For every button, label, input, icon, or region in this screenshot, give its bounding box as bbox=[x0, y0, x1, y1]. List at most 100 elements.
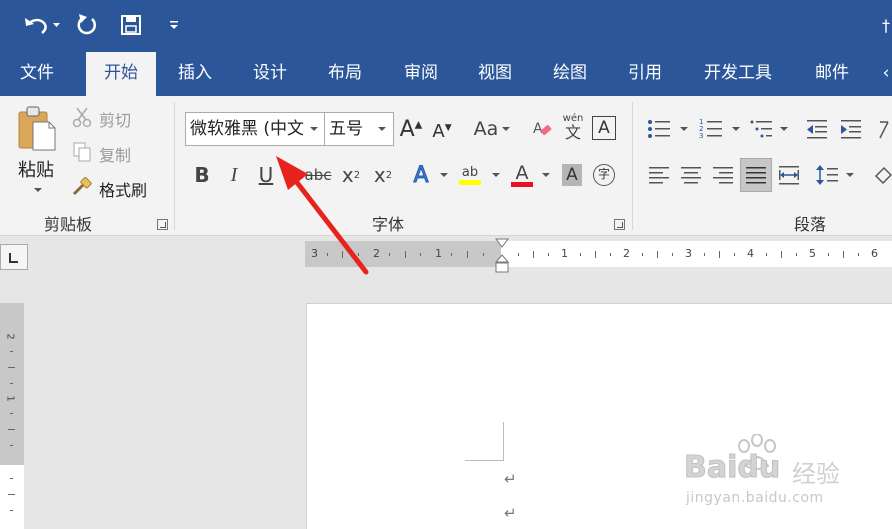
character-shading-letter: A bbox=[562, 164, 582, 186]
copy-icon bbox=[70, 141, 94, 163]
paragraph-shading-button[interactable] bbox=[872, 162, 892, 188]
paint-bucket-icon bbox=[874, 166, 892, 185]
phonetic-guide-button[interactable]: wén 文 bbox=[560, 112, 586, 144]
vertical-ruler[interactable]: 2 1 bbox=[0, 303, 24, 529]
enclose-characters-char: 字 bbox=[593, 164, 615, 186]
character-border-button[interactable]: A bbox=[592, 116, 616, 140]
ruler-tick bbox=[642, 253, 643, 256]
ruler-tick bbox=[405, 251, 406, 258]
line-spacing-dropdown-icon[interactable] bbox=[846, 173, 854, 177]
character-shading-button[interactable]: A bbox=[560, 160, 584, 190]
text-effects-dropdown-icon[interactable] bbox=[440, 173, 448, 177]
vruler-number: 2 bbox=[4, 333, 16, 340]
numbering-icon: 123 bbox=[699, 118, 722, 140]
ruler-tick bbox=[467, 251, 468, 258]
grow-font-icon: A▲ bbox=[399, 116, 423, 142]
italic-button[interactable]: I bbox=[222, 160, 246, 190]
font-color-dropdown-icon[interactable] bbox=[542, 173, 550, 177]
vruler-tick bbox=[10, 351, 13, 352]
tab-design[interactable]: 设计 bbox=[244, 50, 296, 96]
align-right-button[interactable] bbox=[710, 162, 736, 188]
font-size-dropdown-icon[interactable] bbox=[378, 127, 386, 131]
font-color-bar bbox=[511, 181, 533, 187]
tab-more[interactable]: ‹ bbox=[880, 50, 892, 96]
align-left-button[interactable] bbox=[646, 162, 672, 188]
horizontal-ruler[interactable]: 3 2 1 1 2 3 4 5 6 bbox=[305, 241, 892, 267]
ruler-tick bbox=[828, 253, 829, 256]
ruler-tick bbox=[766, 253, 767, 256]
justify-button[interactable] bbox=[740, 158, 772, 192]
align-right-icon bbox=[713, 167, 733, 184]
font-name-value: 微软雅黑 (中文 bbox=[190, 119, 305, 139]
watermark-brand: Baidu bbox=[683, 450, 781, 486]
change-case-button[interactable]: Aa bbox=[470, 114, 502, 144]
watermark-url: jingyan.baidu.com bbox=[686, 490, 824, 506]
ruler-tick bbox=[719, 251, 720, 258]
distributed-icon bbox=[779, 166, 799, 185]
bold-button[interactable]: B bbox=[190, 160, 214, 190]
tab-file[interactable]: 文件 bbox=[12, 50, 62, 96]
tab-developer[interactable]: 开发工具 bbox=[694, 50, 782, 96]
redo-button[interactable] bbox=[74, 10, 100, 40]
chinese-layout-button[interactable] bbox=[876, 116, 892, 142]
cut-icon bbox=[70, 106, 94, 128]
change-case-dropdown-icon[interactable] bbox=[502, 127, 510, 131]
text-effects-button[interactable]: A bbox=[408, 160, 434, 190]
save-button[interactable] bbox=[118, 10, 144, 40]
numbering-dropdown-icon[interactable] bbox=[732, 127, 740, 131]
decrease-indent-button[interactable] bbox=[804, 116, 830, 142]
copy-button[interactable]: 复制 bbox=[99, 142, 131, 166]
highlight-button[interactable]: ab bbox=[456, 160, 484, 190]
ruler-tick bbox=[420, 253, 421, 256]
ruler-tick bbox=[518, 253, 519, 256]
font-name-combo[interactable]: 微软雅黑 (中文 bbox=[185, 112, 325, 146]
ruler-tick bbox=[389, 253, 390, 256]
enclose-characters-button[interactable]: 字 bbox=[592, 160, 616, 190]
font-launcher-icon[interactable] bbox=[614, 219, 625, 230]
paste-button[interactable] bbox=[14, 104, 60, 152]
clear-formatting-button[interactable]: A bbox=[530, 114, 554, 142]
baidu-watermark: Baidu 经验 jingyan.baidu.com bbox=[680, 434, 890, 514]
margin-corner-horizontal bbox=[465, 460, 504, 461]
more-icon: † bbox=[882, 15, 890, 35]
grow-font-button[interactable]: A▲ bbox=[398, 114, 424, 144]
cut-button[interactable]: 剪切 bbox=[99, 107, 131, 131]
highlight-dropdown-icon[interactable] bbox=[492, 173, 500, 177]
tab-references[interactable]: 引用 bbox=[619, 50, 671, 96]
vruler-tick bbox=[8, 429, 15, 430]
tab-home[interactable]: 开始 bbox=[86, 52, 156, 96]
font-color-button[interactable]: A bbox=[508, 160, 536, 190]
paragraph-mark[interactable]: ↵ bbox=[504, 504, 517, 522]
bullets-button[interactable] bbox=[646, 116, 672, 142]
multilevel-list-button[interactable] bbox=[748, 116, 774, 142]
indent-markers-icon[interactable] bbox=[494, 237, 510, 275]
tab-review[interactable]: 审阅 bbox=[395, 50, 447, 96]
shrink-font-button[interactable]: A▼ bbox=[430, 117, 454, 145]
customize-toolbar-button[interactable] bbox=[166, 10, 182, 40]
tab-draw[interactable]: 绘图 bbox=[544, 50, 596, 96]
distributed-button[interactable] bbox=[776, 162, 802, 188]
align-center-button[interactable] bbox=[678, 162, 704, 188]
paste-label[interactable]: 粘贴 bbox=[18, 156, 54, 182]
margin-corner-vertical bbox=[503, 422, 504, 460]
paste-dropdown-icon[interactable] bbox=[34, 188, 42, 192]
font-name-dropdown-icon[interactable] bbox=[310, 127, 318, 131]
tab-mailings[interactable]: 邮件 bbox=[806, 50, 858, 96]
tab-view[interactable]: 视图 bbox=[469, 50, 521, 96]
multilevel-list-dropdown-icon[interactable] bbox=[780, 127, 788, 131]
tab-layout[interactable]: 布局 bbox=[319, 50, 371, 96]
tab-stop-selector-icon[interactable] bbox=[0, 244, 28, 270]
svg-text:3: 3 bbox=[699, 132, 703, 140]
paragraph-mark[interactable]: ↵ bbox=[504, 470, 517, 488]
bullets-dropdown-icon[interactable] bbox=[680, 127, 688, 131]
tab-insert[interactable]: 插入 bbox=[169, 50, 221, 96]
undo-button[interactable] bbox=[20, 10, 60, 40]
multilevel-list-icon bbox=[750, 120, 772, 138]
clipboard-launcher-icon[interactable] bbox=[157, 219, 168, 230]
line-spacing-button[interactable] bbox=[814, 162, 840, 188]
numbering-button[interactable]: 123 bbox=[698, 116, 724, 142]
format-painter-button[interactable]: 格式刷 bbox=[99, 177, 147, 201]
vruler-number: 1 bbox=[4, 395, 16, 402]
increase-indent-button[interactable] bbox=[838, 116, 864, 142]
font-color-letter: A bbox=[515, 161, 529, 184]
